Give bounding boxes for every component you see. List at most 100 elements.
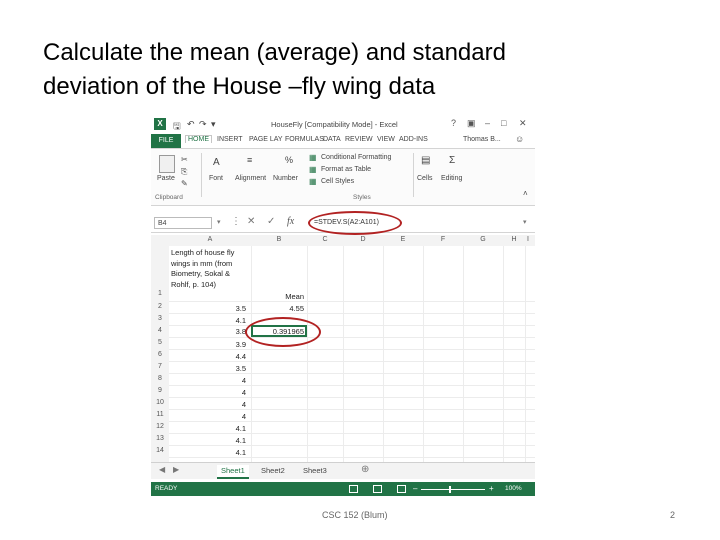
column-header-a[interactable]: A [169,236,251,243]
redo-icon[interactable]: ↷ [199,119,207,130]
cell-a13[interactable]: 4.1 [169,436,249,445]
tab-insert[interactable]: INSERT [217,136,243,143]
undo-icon[interactable]: ↶ [187,119,195,130]
column-header-d[interactable]: D [343,236,383,243]
sheet-tab-sheet2[interactable]: Sheet2 [257,465,289,477]
page-layout-view-icon[interactable] [373,485,382,493]
alignment-button[interactable]: Alignment [235,175,266,182]
cancel-icon[interactable]: ✕ [247,216,255,227]
name-box-dropdown-icon[interactable]: ▾ [217,218,221,226]
cell-a6[interactable]: 4.4 [169,352,249,361]
row-header[interactable]: 1 [151,290,169,297]
row-header[interactable]: 14 [151,447,169,454]
row-header[interactable]: 4 [151,327,169,334]
column-header-e[interactable]: E [383,236,423,243]
tab-page-layout[interactable]: PAGE LAY [249,136,283,143]
tab-view[interactable]: VIEW [377,136,395,143]
cell-styles-button[interactable]: Cell Styles [321,178,354,185]
cell-a1[interactable]: Length of house fly wings in mm (from Bi… [171,248,249,290]
cell-a12[interactable]: 4.1 [169,424,249,433]
prev-sheet-icon[interactable]: ◀ [159,465,165,474]
cells-icon[interactable]: ▤ [421,155,430,166]
cut-icon[interactable]: ✂ [181,155,188,164]
cell-a11[interactable]: 4 [169,412,249,421]
zoom-out-icon[interactable]: – [413,484,417,493]
formula-bar-options-icon[interactable]: ⋮ [231,216,241,227]
user-name[interactable]: Thomas B... [463,136,501,143]
row-header[interactable]: 11 [151,411,169,418]
row-header[interactable]: 8 [151,375,169,382]
add-sheet-icon[interactable]: ⊕ [361,464,369,475]
close-icon[interactable]: ✕ [519,118,527,129]
cell-a10[interactable]: 4 [169,400,249,409]
cell-b2[interactable]: 4.55 [251,304,307,313]
tab-review[interactable]: REVIEW [345,136,373,143]
customize-qat-icon[interactable]: ▾ [211,119,216,130]
help-icon[interactable]: ? [451,118,456,128]
save-icon[interactable]: 🖫 [173,119,181,135]
sheet-tab-sheet1[interactable]: Sheet1 [217,465,249,479]
row-header[interactable]: 12 [151,423,169,430]
zoom-in-icon[interactable]: + [489,484,494,493]
cell-a3[interactable]: 4.1 [169,316,249,325]
minimize-icon[interactable]: – [485,118,490,128]
column-header-g[interactable]: G [463,236,503,243]
row-header[interactable]: 10 [151,399,169,406]
row-header[interactable]: 6 [151,351,169,358]
column-header-h[interactable]: H [503,236,525,243]
account-icon[interactable]: ☺ [515,134,524,144]
cell-a4[interactable]: 3.8 [169,327,249,336]
conditional-formatting-button[interactable]: Conditional Formatting [321,154,391,161]
worksheet-grid[interactable]: Length of house fly wings in mm (from Bi… [169,246,535,462]
tab-data[interactable]: DATA [323,136,341,143]
cell-a8[interactable]: 4 [169,376,249,385]
paste-button[interactable]: Paste [157,175,175,182]
editing-icon[interactable]: Σ [449,155,455,166]
expand-formula-bar-icon[interactable]: ▾ [523,218,527,226]
maximize-icon[interactable]: □ [501,118,506,128]
row-header[interactable]: 2 [151,303,169,310]
cell-a9[interactable]: 4 [169,388,249,397]
cell-a2[interactable]: 3.5 [169,304,249,313]
page-break-view-icon[interactable] [397,485,406,493]
tab-home[interactable]: HOME [185,135,212,143]
paste-icon[interactable] [159,155,175,173]
row-header[interactable]: 13 [151,435,169,442]
enter-icon[interactable]: ✓ [267,216,275,227]
row-header[interactable]: 9 [151,387,169,394]
number-button[interactable]: Number [273,175,298,182]
row-header[interactable]: 3 [151,315,169,322]
row-header[interactable]: 7 [151,363,169,370]
column-header-i[interactable]: I [523,236,533,243]
row-header[interactable]: 5 [151,339,169,346]
column-header-f[interactable]: F [423,236,463,243]
copy-icon[interactable]: ⎘ [181,167,187,177]
cell-a7[interactable]: 3.5 [169,364,249,373]
zoom-slider-thumb[interactable] [449,486,451,493]
tab-formulas[interactable]: FORMULAS [285,136,324,143]
format-painter-icon[interactable]: ✎ [181,179,188,188]
zoom-level[interactable]: 100% [505,485,522,492]
collapse-ribbon-icon[interactable]: ˄ [523,189,528,198]
normal-view-icon[interactable] [349,485,358,493]
cells-button[interactable]: Cells [417,175,433,182]
tab-file[interactable]: FILE [151,134,181,148]
sheet-tab-sheet3[interactable]: Sheet3 [299,465,331,477]
editing-button[interactable]: Editing [441,175,462,182]
zoom-slider[interactable] [421,489,485,490]
tab-add-ins[interactable]: ADD-INS [399,136,428,143]
name-box[interactable]: B4 [154,217,212,229]
ribbon-display-icon[interactable]: ▣ [467,118,476,129]
next-sheet-icon[interactable]: ▶ [173,465,179,474]
cell-a5[interactable]: 3.9 [169,340,249,349]
column-header-b[interactable]: B [251,236,307,243]
format-as-table-button[interactable]: Format as Table [321,166,371,173]
font-icon[interactable]: A [213,157,220,168]
cell-b1[interactable]: Mean [251,292,307,301]
alignment-icon[interactable]: ≡ [247,155,252,165]
column-header-c[interactable]: C [307,236,343,243]
cell-a14[interactable]: 4.1 [169,448,249,457]
number-icon[interactable]: % [285,155,293,165]
insert-function-icon[interactable]: fx [287,216,294,227]
font-button[interactable]: Font [209,175,223,182]
